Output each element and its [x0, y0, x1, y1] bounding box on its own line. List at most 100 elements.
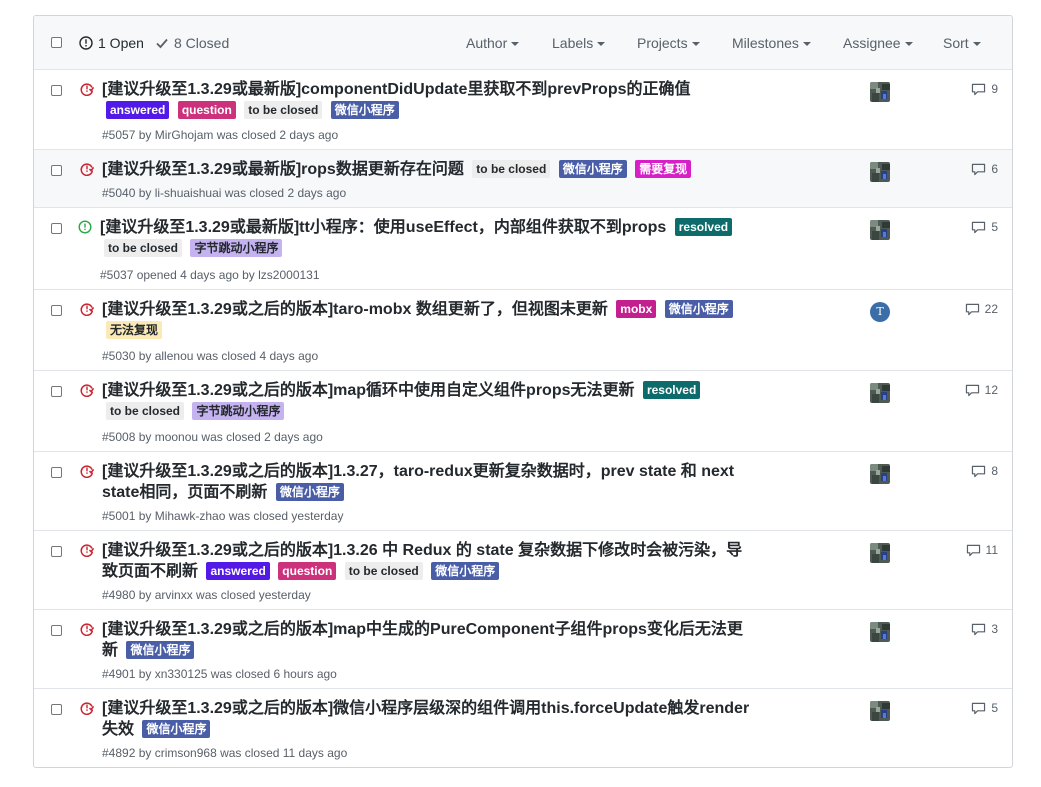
avatar[interactable] [870, 82, 890, 102]
issue-label[interactable]: 微信小程序 [126, 641, 195, 659]
issue-meta: #5037 opened 4 days ago by lzs2000131 [100, 268, 320, 282]
comments-link[interactable]: 8 [934, 464, 998, 478]
comment-icon [972, 702, 986, 714]
issue-title-block: [建议升级至1.3.29或最新版]componentDidUpdate里获取不到… [102, 79, 752, 121]
avatar[interactable] [870, 701, 890, 721]
issue-label[interactable]: 字节跳动小程序 [192, 402, 285, 420]
avatar[interactable] [870, 622, 890, 642]
comments-link[interactable]: 9 [934, 82, 998, 96]
sort-filter[interactable]: Sort [943, 35, 981, 51]
issue-label[interactable]: answered [206, 562, 270, 580]
issue-closed-icon [80, 465, 94, 478]
issue-meta: #4892 by crimson968 was closed 11 days a… [102, 746, 348, 760]
issue-label[interactable]: to be closed [472, 160, 551, 178]
comments-link[interactable]: 3 [934, 622, 998, 636]
issue-label[interactable]: question [177, 101, 236, 119]
issue-title-block: [建议升级至1.3.29或之后的版本]1.3.27，taro-redux更新复杂… [102, 461, 752, 503]
comments-link[interactable]: 12 [934, 383, 998, 397]
issue-checkbox[interactable] [51, 85, 62, 96]
open-issues-toggle[interactable]: 1 Open [79, 35, 144, 51]
issue-row: [建议升级至1.3.29或之后的版本]map中生成的PureComponent子… [34, 610, 1012, 689]
issue-title-block: [建议升级至1.3.29或之后的版本]taro-mobx 数组更新了，但视图未更… [102, 299, 752, 341]
issue-label[interactable]: 微信小程序 [330, 101, 399, 119]
comment-count: 5 [991, 701, 998, 715]
comment-count: 6 [991, 162, 998, 176]
avatar[interactable] [870, 464, 890, 484]
issue-checkbox[interactable] [51, 386, 62, 397]
labels-filter[interactable]: Labels [552, 35, 606, 51]
issue-checkbox[interactable] [51, 165, 62, 176]
comments-link[interactable]: 11 [934, 543, 998, 557]
comments-link[interactable]: 5 [934, 220, 998, 234]
issue-row: [建议升级至1.3.29或最新版]tt小程序：使用useEffect，内部组件获… [34, 208, 1012, 290]
comment-count: 8 [991, 464, 998, 478]
comments-link[interactable]: 6 [934, 162, 998, 176]
closed-count: 8 Closed [174, 35, 230, 51]
avatar[interactable]: T [870, 302, 890, 322]
issue-row: [建议升级至1.3.29或之后的版本]taro-mobx 数组更新了，但视图未更… [34, 290, 1012, 371]
issue-label[interactable]: to be closed [104, 239, 183, 257]
comment-icon [966, 544, 980, 556]
milestones-filter[interactable]: Milestones [732, 35, 811, 51]
comment-count: 11 [985, 543, 998, 557]
issue-label[interactable]: to be closed [106, 402, 185, 420]
issue-label[interactable]: 微信小程序 [275, 483, 344, 501]
open-count: 1 Open [98, 35, 144, 51]
issue-title-link[interactable]: [建议升级至1.3.29或之后的版本]map循环中使用自定义组件props无法更… [102, 382, 635, 399]
comment-icon [972, 83, 986, 95]
issue-checkbox[interactable] [51, 546, 62, 557]
issue-title-link[interactable]: [建议升级至1.3.29或之后的版本]1.3.27，taro-redux更新复杂… [102, 463, 734, 501]
caret-down-icon [972, 42, 981, 46]
issue-label[interactable]: mobx [616, 300, 657, 318]
avatar[interactable] [870, 162, 890, 182]
issue-title-link[interactable]: [建议升级至1.3.29或最新版]tt小程序：使用useEffect，内部组件获… [100, 219, 666, 236]
issue-checkbox[interactable] [51, 704, 62, 715]
avatar[interactable] [870, 383, 890, 403]
issue-title-link[interactable]: [建议升级至1.3.29或最新版]componentDidUpdate里获取不到… [102, 81, 691, 98]
issue-title-link[interactable]: [建议升级至1.3.29或之后的版本]1.3.26 中 Redux 的 stat… [102, 542, 742, 580]
comment-icon [972, 623, 986, 635]
issue-checkbox[interactable] [51, 223, 62, 234]
caret-down-icon [511, 42, 520, 46]
caret-down-icon [904, 42, 913, 46]
closed-issues-toggle[interactable]: 8 Closed [155, 35, 229, 51]
issue-title-link[interactable]: [建议升级至1.3.29或之后的版本]map中生成的PureComponent子… [102, 621, 743, 659]
comments-link[interactable]: 5 [934, 701, 998, 715]
avatar[interactable] [870, 220, 890, 240]
caret-down-icon [802, 42, 811, 46]
issue-row: [建议升级至1.3.29或之后的版本]map循环中使用自定义组件props无法更… [34, 371, 1012, 452]
comment-icon [965, 303, 979, 315]
comment-count: 9 [991, 82, 998, 96]
issue-title-link[interactable]: [建议升级至1.3.29或之后的版本]taro-mobx 数组更新了，但视图未更… [102, 301, 608, 318]
issue-label[interactable]: 无法复现 [106, 321, 163, 339]
issue-title-block: [建议升级至1.3.29或之后的版本]map循环中使用自定义组件props无法更… [102, 380, 752, 422]
comments-link[interactable]: 22 [934, 302, 998, 316]
issue-label[interactable]: to be closed [344, 562, 423, 580]
issue-label[interactable]: resolved [642, 381, 701, 399]
issue-label[interactable]: 字节跳动小程序 [190, 239, 283, 257]
assignee-filter[interactable]: Assignee [843, 35, 913, 51]
issue-label[interactable]: 需要复现 [635, 160, 692, 178]
issue-label[interactable]: answered [106, 101, 170, 119]
issue-label[interactable]: 微信小程序 [664, 300, 733, 318]
issue-label[interactable]: to be closed [244, 101, 323, 119]
issue-title-link[interactable]: [建议升级至1.3.29或最新版]rops数据更新存在问题 [102, 161, 464, 178]
issue-label[interactable]: question [278, 562, 337, 580]
issue-closed-icon [80, 702, 94, 715]
projects-filter[interactable]: Projects [637, 35, 700, 51]
comment-count: 22 [984, 302, 998, 316]
avatar[interactable] [870, 543, 890, 563]
issue-label[interactable]: 微信小程序 [142, 720, 211, 738]
issue-opened-icon [78, 220, 92, 234]
comment-icon [972, 221, 986, 233]
issue-checkbox[interactable] [51, 625, 62, 636]
author-filter[interactable]: Author [466, 35, 520, 51]
issue-label[interactable]: 微信小程序 [431, 562, 500, 580]
issue-checkbox[interactable] [51, 467, 62, 478]
issue-meta: #5001 by Mihawk-zhao was closed yesterda… [102, 509, 344, 523]
issue-label[interactable]: resolved [674, 218, 733, 236]
select-all-checkbox[interactable] [51, 37, 62, 48]
issue-label[interactable]: 微信小程序 [558, 160, 627, 178]
issue-checkbox[interactable] [51, 305, 62, 316]
issue-row: [建议升级至1.3.29或最新版]componentDidUpdate里获取不到… [34, 70, 1012, 150]
